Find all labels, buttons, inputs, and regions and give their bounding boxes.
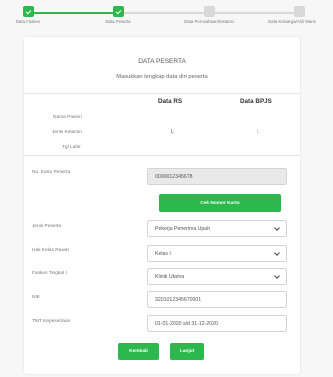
no-kartu-value: 0000012345678 (155, 173, 193, 180)
step-4-label: Data Keluarga/Ahli Waris (268, 19, 316, 24)
label-nama-pasien: Nama Pasien (53, 115, 82, 120)
column-header-bpjs: Data BPJS (240, 98, 272, 105)
step-1-label: Data Faskes (15, 19, 41, 24)
label-no-kartu: No. Kartu Peserta (32, 170, 71, 175)
label-faskes: Faskes Tingkat I (32, 271, 67, 276)
jenis-kelamin-bpjs: L (257, 129, 260, 135)
check-card-button[interactable]: Cek Nomor Kartu (159, 194, 281, 212)
chevron-down-icon (274, 250, 280, 256)
label-kelas-rawat: Hak Kelas Rawat (32, 248, 69, 253)
jenis-peserta-value: Pekerja Penerima Upah (155, 225, 211, 232)
form-subtitle: Masukkan lengkap data diri peserta (116, 74, 208, 80)
divider (24, 93, 300, 94)
back-button[interactable]: Kembali (118, 343, 159, 360)
step-3-pending-icon (204, 6, 215, 17)
column-header-rs: Data RS (158, 98, 183, 105)
stepper-line-done (29, 12, 118, 14)
label-tmt: TMT Kepesertaan (32, 319, 71, 324)
step-1-done-icon (23, 6, 34, 17)
next-button[interactable]: Lanjut (170, 343, 204, 360)
progress-stepper: Data Faskes Data Peserta Data Perusahaan… (0, 0, 333, 30)
label-tgl-lahir: Tgl Lahir (62, 145, 81, 150)
tmt-input[interactable]: 01-01-2020 s/d 31-12-2020 (147, 315, 287, 332)
label-jenis-kelamin: Jenis Kelamin (52, 130, 82, 135)
step-3-label: Data Perusahaan/Instansi (184, 19, 234, 24)
jenis-kelamin-rs: L (171, 129, 174, 135)
kelas-rawat-value: Kelas I (155, 250, 171, 257)
label-jenis-peserta: Jenis Peserta (32, 224, 62, 229)
step-2-done-icon (113, 6, 124, 17)
nik-value: 3201012345670001 (155, 296, 202, 303)
divider (24, 155, 300, 156)
tmt-value: 01-01-2020 s/d 31-12-2020 (155, 320, 218, 327)
step-4-pending-icon (294, 6, 305, 17)
patient-form-card: DATA PESERTA Masukkan lengkap data diri … (24, 37, 300, 374)
label-nik: NIK (32, 295, 40, 300)
faskes-value: Klinik Utama (155, 273, 185, 280)
form-title: DATA PESERTA (138, 58, 186, 65)
step-2-label: Data Peserta (105, 19, 131, 24)
faskes-select[interactable]: Klinik Utama (147, 268, 287, 285)
chevron-down-icon (274, 273, 280, 279)
jenis-peserta-select[interactable]: Pekerja Penerima Upah (147, 220, 287, 237)
no-kartu-field: 0000012345678 (147, 168, 287, 185)
chevron-down-icon (274, 225, 280, 231)
kelas-rawat-select[interactable]: Kelas I (147, 245, 287, 262)
nik-input[interactable]: 3201012345670001 (147, 291, 287, 308)
